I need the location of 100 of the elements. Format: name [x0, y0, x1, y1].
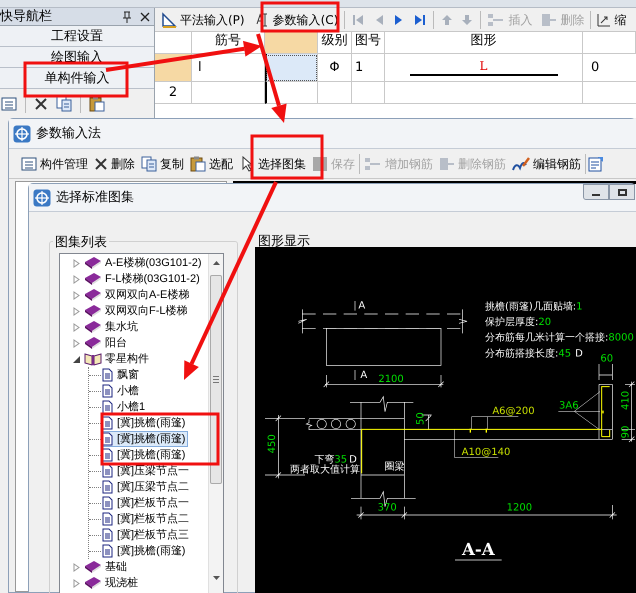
book-icon	[84, 256, 102, 270]
toolbar-button[interactable]: 构件管理	[19, 152, 90, 174]
book-icon	[84, 272, 102, 286]
drawing-label: 1200	[506, 502, 532, 514]
nav-item[interactable]: 单构件输入	[44, 72, 110, 84]
triangle-up-icon	[212, 260, 220, 264]
tree-item[interactable]: [冀]压梁节点二	[101, 479, 192, 495]
close-icon[interactable]	[140, 12, 150, 22]
tree-item[interactable]: 集水坑	[84, 318, 140, 336]
document-icon	[102, 368, 113, 382]
tree-item[interactable]: 小檐	[101, 383, 142, 399]
toolbar-button[interactable]: 编辑钢筋	[510, 152, 583, 174]
tree-item[interactable]: [冀]栏板节点二	[101, 511, 192, 527]
tree-item[interactable]: 阳台	[84, 334, 129, 352]
table-cell[interactable]	[265, 54, 318, 82]
tree-item[interactable]: 双网双向A-E楼梯	[84, 286, 192, 304]
copy-icon[interactable]	[56, 96, 72, 112]
column-header	[265, 32, 318, 54]
book-icon	[84, 288, 102, 302]
triangle-down-icon	[212, 576, 220, 580]
drawing-note: 挑檐(雨篷)几面贴墙:1	[485, 301, 583, 312]
tree-item[interactable]: [冀]栏板节点一	[101, 495, 192, 511]
minimize-button[interactable]	[583, 184, 609, 200]
shrink-icon[interactable]	[597, 12, 612, 26]
ruler-icon[interactable]	[161, 12, 177, 28]
nav-item[interactable]: 工程设置	[51, 30, 103, 42]
clipboard-icon[interactable]	[89, 96, 105, 112]
drawing-label: 3A6	[559, 400, 579, 412]
drawing-label: 370	[378, 502, 397, 514]
toolbar-button[interactable]: 缩	[594, 10, 630, 30]
drawing-label: 60	[600, 353, 614, 364]
book-icon	[84, 320, 102, 334]
tree-item[interactable]: 基础	[84, 558, 129, 576]
toolbar-button[interactable]: 复制	[139, 152, 186, 174]
table-cell: 0	[583, 54, 636, 82]
next-icon[interactable]	[394, 12, 404, 26]
drawing-label: 90	[620, 426, 632, 438]
book-icon	[84, 560, 102, 574]
tree-item[interactable]: 现浇桩	[84, 574, 140, 592]
toolbar-button[interactable]: 平法输入(P)	[158, 10, 248, 30]
drawing-label: A	[360, 370, 368, 381]
document-icon	[102, 384, 113, 398]
column-header[interactable]: 图形	[385, 32, 583, 54]
tree-item[interactable]: 双网双向F-L楼梯	[84, 302, 190, 320]
book-icon	[84, 576, 102, 590]
tree-item[interactable]: 飘窗	[101, 367, 142, 383]
form-icon[interactable]	[588, 156, 604, 172]
window-title: 参数输入法	[36, 124, 101, 143]
open-book-icon	[84, 352, 102, 366]
book-icon	[84, 336, 102, 350]
edit-icon[interactable]	[512, 156, 530, 172]
column-header[interactable]: 图号	[352, 32, 385, 54]
row-header[interactable]: 2	[155, 82, 192, 104]
maximize-button[interactable]	[609, 184, 635, 200]
document-icon	[102, 448, 113, 462]
drawing-label: 2100	[378, 374, 404, 385]
drawing-label: A6@200	[492, 406, 535, 417]
shape-label: L	[480, 60, 488, 72]
tree-item[interactable]: A-E楼梯(03G101-2)	[84, 254, 204, 272]
tree-item[interactable]: [冀]挑檐(雨篷)	[101, 431, 188, 447]
delete-icon[interactable]	[94, 156, 108, 170]
tree-item[interactable]: 零星构件	[84, 350, 151, 368]
delete-icon[interactable]	[34, 96, 48, 110]
tree-item[interactable]: [冀]栏板节点三	[101, 527, 192, 543]
tree-item[interactable]: 小檐1	[101, 399, 148, 415]
document-icon	[102, 544, 113, 558]
document-icon	[102, 464, 113, 478]
drawing-label: 圈梁	[384, 461, 404, 472]
drawing-note: 分布筋每几米计算一个搭接:8000	[485, 332, 634, 344]
clipboard-icon[interactable]	[190, 156, 206, 172]
section-title: A-A	[462, 539, 495, 559]
dialog-title: 选择标准图集	[56, 188, 134, 207]
table-cell	[318, 82, 352, 104]
list-icon[interactable]	[1, 96, 17, 110]
tree-item[interactable]: [冀]挑檐(雨篷)	[101, 447, 188, 463]
drawing-label: A	[358, 300, 366, 312]
tree-item[interactable]: [冀]挑檐(雨篷)	[101, 543, 188, 559]
book-icon	[84, 304, 102, 318]
pin-icon[interactable]	[122, 10, 132, 22]
skip-last-icon[interactable]	[414, 12, 426, 26]
table-cell	[352, 82, 385, 104]
drawing-note: 下弯35 D	[314, 454, 357, 466]
toolbar-button[interactable]: 选择图集	[237, 152, 308, 174]
toolbar-button[interactable]: 选配	[188, 152, 235, 174]
drawing-note: 分布筋搭接长度:45 D	[485, 348, 583, 360]
document-icon	[102, 496, 113, 510]
table-cell[interactable]	[265, 82, 318, 104]
column-header[interactable]: 级别	[318, 32, 352, 54]
copy-icon[interactable]	[141, 156, 157, 172]
document-icon	[102, 528, 113, 542]
tree-item[interactable]: F-L楼梯(03G101-2)	[84, 270, 202, 288]
document-icon	[102, 400, 113, 414]
toolbar-button[interactable]: 删除	[92, 152, 137, 174]
drawing-note: 保护层厚度:20	[485, 317, 552, 328]
document-icon	[102, 416, 113, 430]
document-icon	[102, 512, 113, 526]
text-cursor-icon[interactable]	[254, 12, 270, 28]
list-icon[interactable]	[21, 156, 37, 170]
tree-item[interactable]: [冀]挑檐(雨篷)	[101, 415, 188, 431]
document-icon	[102, 480, 113, 494]
